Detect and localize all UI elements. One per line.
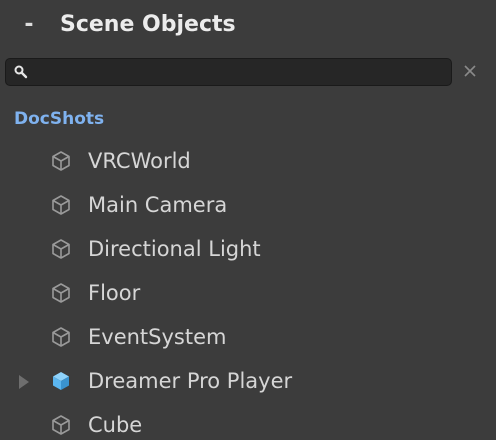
list-item-label: Dreamer Pro Player (88, 369, 293, 393)
prefab-cube-icon (53, 372, 69, 390)
cube-outline-icon (52, 195, 70, 215)
scene-objects-panel: - Scene Objects DocShots VRCWorld Main C… (0, 0, 496, 440)
list-item[interactable]: Directional Light (0, 228, 496, 272)
clear-search-icon[interactable] (460, 61, 480, 81)
cube-outline-icon (52, 415, 70, 435)
list-item[interactable]: VRCWorld (0, 140, 496, 184)
list-item[interactable]: Dreamer Pro Player (0, 360, 496, 404)
list-item-label: EventSystem (88, 325, 227, 349)
list-item-label: Directional Light (88, 237, 261, 261)
cube-outline-icon (52, 151, 70, 171)
scene-object-list: VRCWorld Main Camera Directional Light F… (0, 140, 496, 440)
list-item[interactable]: Floor (0, 272, 496, 316)
list-item[interactable]: Cube (0, 404, 496, 440)
search-field[interactable] (5, 58, 452, 86)
search-input[interactable] (34, 61, 448, 85)
cube-outline-icon (52, 239, 70, 259)
list-item[interactable]: EventSystem (0, 316, 496, 360)
expand-arrow-icon[interactable] (16, 374, 32, 390)
list-item-label: Floor (88, 281, 141, 305)
panel-header: - Scene Objects (0, 0, 496, 50)
collapse-button[interactable]: - (19, 14, 39, 36)
list-item-label: VRCWorld (88, 149, 191, 173)
cube-outline-icon (52, 327, 70, 347)
list-item[interactable]: Main Camera (0, 184, 496, 228)
list-item-label: Cube (88, 413, 143, 437)
scene-section-label: DocShots (14, 109, 105, 129)
panel-title: Scene Objects (60, 12, 236, 37)
cube-outline-icon (52, 283, 70, 303)
search-icon (14, 65, 28, 79)
list-item-label: Main Camera (88, 193, 228, 217)
